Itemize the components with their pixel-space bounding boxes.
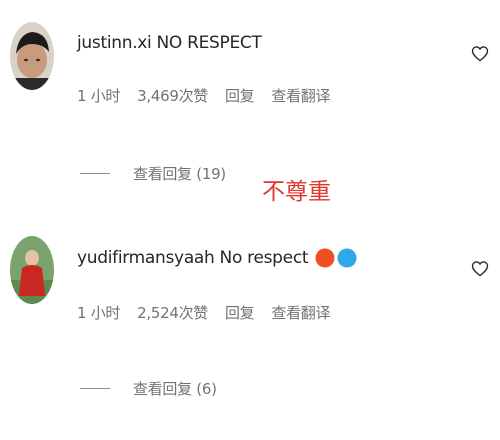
- emoji-group: [315, 248, 357, 268]
- comment-header: justinn.xi NO RESPECT: [77, 30, 262, 56]
- view-replies-label: 查看回复 (6): [133, 379, 217, 398]
- heart-icon: [471, 45, 489, 61]
- view-replies-button[interactable]: 查看回复 (19): [80, 162, 226, 184]
- avatar[interactable]: [10, 236, 54, 304]
- translate-button[interactable]: 查看翻译: [271, 302, 330, 323]
- comment-text: No respect: [219, 248, 309, 268]
- comment-meta: 1 小时 3,469次赞 回复 查看翻译: [77, 84, 330, 106]
- comment-header: yudifirmansyaah No respect: [77, 245, 357, 271]
- divider-line: [80, 172, 110, 174]
- blue-circle-icon: [337, 248, 357, 268]
- red-circle-icon: [315, 248, 335, 268]
- comment-time: 1 小时: [77, 303, 121, 322]
- view-replies-label: 查看回复 (19): [133, 164, 226, 183]
- divider-line: [80, 387, 110, 389]
- comment-meta: 1 小时 2,524次赞 回复 查看翻译: [77, 301, 330, 323]
- reply-button[interactable]: 回复: [225, 85, 255, 106]
- translate-button[interactable]: 查看翻译: [271, 85, 330, 106]
- username[interactable]: justinn.xi: [77, 33, 152, 53]
- reply-button[interactable]: 回复: [225, 302, 255, 323]
- comment-time: 1 小时: [77, 86, 121, 105]
- comment-text: NO RESPECT: [156, 33, 262, 53]
- view-replies-button[interactable]: 查看回复 (6): [80, 377, 217, 399]
- like-button[interactable]: [469, 42, 491, 64]
- username[interactable]: yudifirmansyaah: [77, 248, 215, 268]
- like-count[interactable]: 2,524次赞: [137, 302, 208, 323]
- translation-annotation: 不尊重: [262, 179, 331, 205]
- like-button[interactable]: [469, 257, 491, 279]
- avatar[interactable]: [10, 22, 54, 90]
- heart-icon: [471, 260, 489, 276]
- like-count[interactable]: 3,469次赞: [137, 85, 208, 106]
